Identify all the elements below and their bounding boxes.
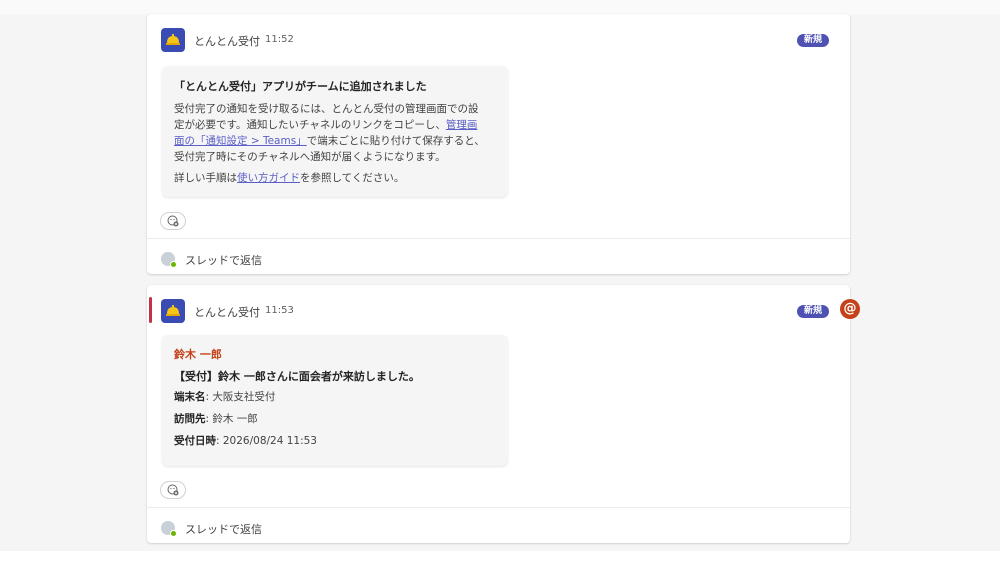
guide-post: を参照してください。 (300, 172, 405, 184)
admin-settings-link-cont[interactable]: 面の「通知設定 > Teams」 (174, 135, 307, 147)
add-reaction-button[interactable] (160, 212, 186, 230)
body-text: で端末ごとに貼り付けて保存すると、 (306, 135, 485, 147)
sender-name[interactable]: とんとん受付 (194, 304, 260, 320)
visit-notice: 【受付】鈴木 一郎さんに面会者が来訪しました。 (174, 370, 420, 383)
add-reaction-button[interactable] (160, 481, 186, 499)
presence-available-icon (170, 530, 177, 537)
presence-available-icon (170, 261, 177, 268)
message-time: 11:52 (265, 34, 294, 45)
card-title: 「とんとん受付」アプリがチームに追加されました (174, 80, 427, 93)
reply-label: スレッドで返信 (185, 254, 262, 267)
reception-bell-icon (166, 34, 180, 45)
admin-settings-link[interactable]: 管理画 (446, 119, 478, 131)
field-value: : 鈴木 一郎 (205, 413, 258, 425)
top-strip (0, 0, 1000, 14)
user-avatar-icon (161, 252, 177, 268)
field-label: 受付日時 (174, 435, 216, 447)
guide-text: 詳しい手順は使い方ガイドを参照してください。 (174, 170, 496, 186)
bottom-strip (0, 551, 1000, 563)
guide-pre: 詳しい手順は (174, 172, 237, 184)
new-badge: 新規 (797, 34, 829, 47)
app-avatar[interactable] (161, 28, 185, 52)
mention-accent-bar (149, 297, 152, 323)
new-badge: 新規 (797, 305, 829, 318)
adaptive-card: 「とんとん受付」アプリがチームに追加されました 受付完了の通知を受け取るには、と… (162, 66, 508, 197)
terminal-field: 端末名: 大阪支社受付 (174, 390, 496, 404)
visit-field: 訪問先: 鈴木 一郎 (174, 412, 496, 426)
teams-channel-view: とんとん受付 11:52 新規 「とんとん受付」アプリがチームに追加されました … (0, 0, 1000, 563)
body-text: 受付完了の通知を受け取るには、とんとん受付の管理画面での設 (174, 103, 479, 115)
app-avatar[interactable] (161, 299, 185, 323)
field-label: 訪問先 (174, 413, 206, 425)
emoji-add-icon (167, 215, 179, 227)
body-text: 定が必要です。通知したいチャネルのリンクをコピーし、 (174, 119, 446, 131)
field-value: : 大阪支社受付 (205, 391, 276, 403)
field-value: : 2026/08/24 11:53 (216, 435, 317, 447)
card-body: 受付完了の通知を受け取るには、とんとん受付の管理画面での設 定が必要です。通知し… (174, 101, 496, 165)
reception-bell-icon (166, 305, 180, 316)
adaptive-card: 鈴木 一郎 【受付】鈴木 一郎さんに面会者が来訪しました。 端末名: 大阪支社受… (162, 335, 508, 466)
body-text: 受付完了時にそのチャネルへ通知が届くようになります。 (174, 151, 446, 163)
mentioned-user[interactable]: 鈴木 一郎 (174, 348, 496, 362)
sender-name[interactable]: とんとん受付 (194, 33, 260, 49)
date-field: 受付日時: 2026/08/24 11:53 (174, 434, 496, 448)
user-avatar-icon (161, 521, 177, 537)
reply-in-thread-button[interactable]: スレッドで返信 (147, 507, 850, 543)
reply-label: スレッドで返信 (185, 523, 262, 536)
reply-in-thread-button[interactable]: スレッドで返信 (147, 238, 850, 274)
emoji-add-icon (167, 484, 179, 496)
field-label: 端末名 (174, 391, 206, 403)
message-time: 11:53 (265, 305, 294, 316)
usage-guide-link[interactable]: 使い方ガイド (237, 172, 300, 184)
mention-at-icon: @ (840, 299, 860, 319)
message-post-2: とんとん受付 11:53 新規 鈴木 一郎 【受付】鈴木 一郎さんに面会者が来訪… (147, 285, 850, 543)
message-post-1: とんとん受付 11:52 新規 「とんとん受付」アプリがチームに追加されました … (147, 14, 850, 274)
